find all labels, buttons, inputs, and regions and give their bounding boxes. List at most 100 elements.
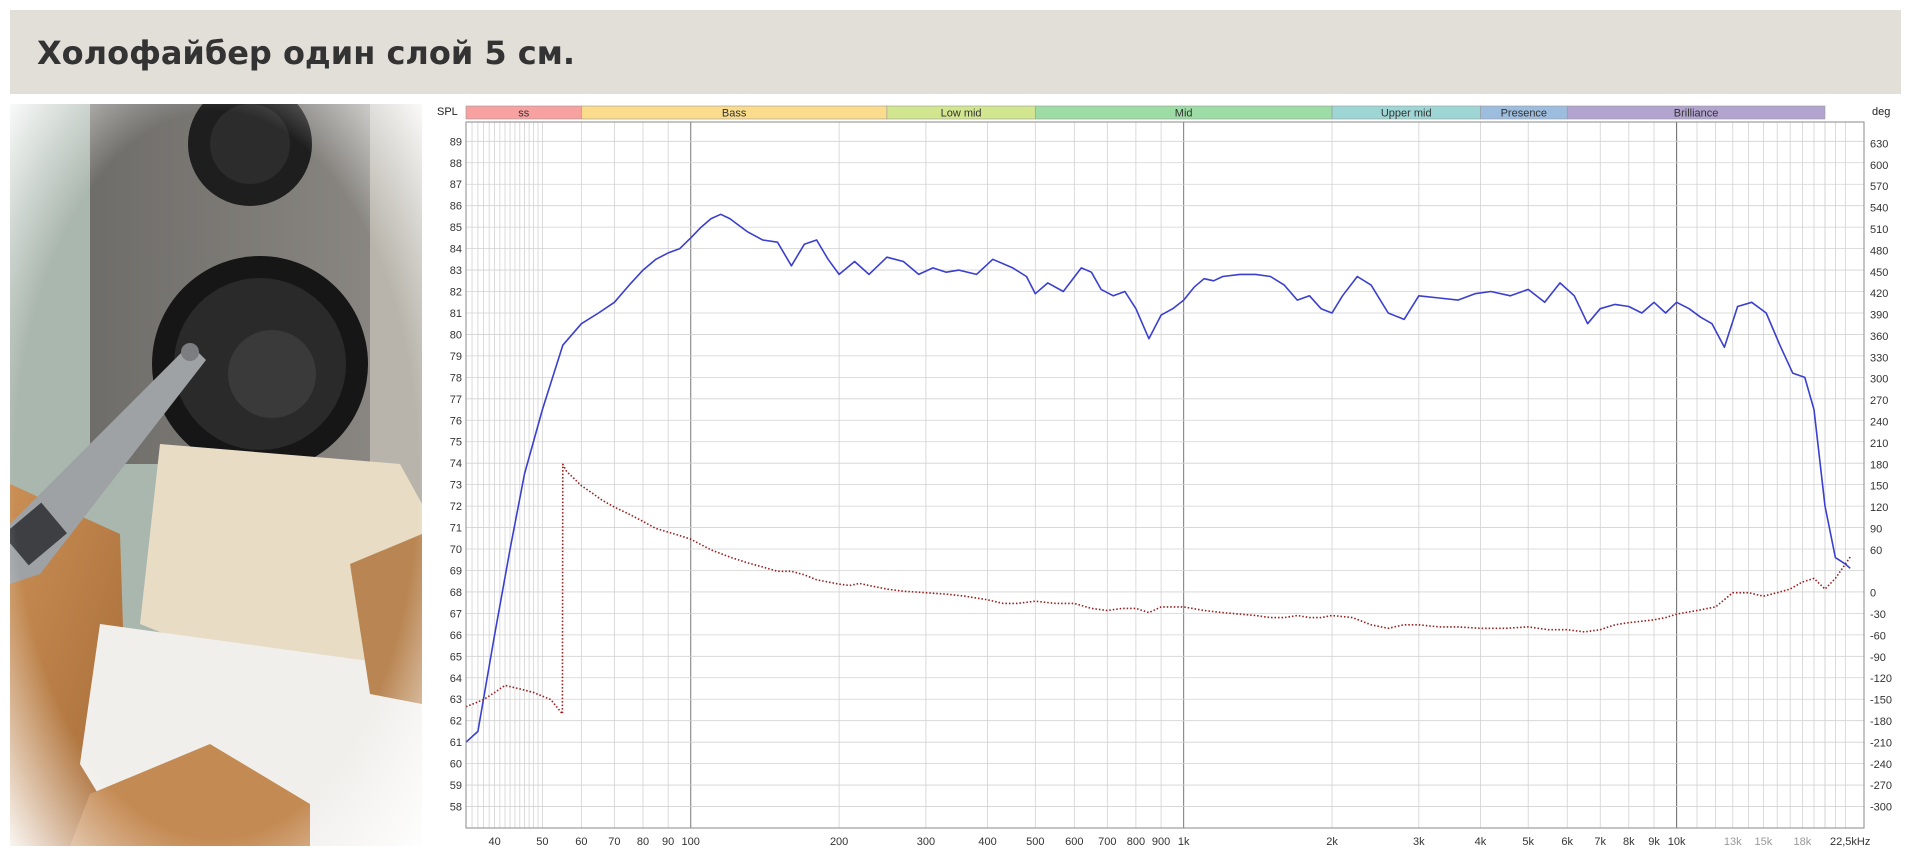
x-tick-label-5000: 5k — [1522, 836, 1534, 848]
x-tick-label-500: 500 — [1026, 836, 1044, 848]
y2-tick-label-540: 540 — [1870, 203, 1888, 215]
y2-tick-label-210: 210 — [1870, 438, 1888, 450]
y-tick-label-68: 68 — [450, 587, 462, 599]
y-tick-label-59: 59 — [450, 780, 462, 792]
y-tick-label-65: 65 — [450, 651, 462, 663]
x-tick-label-9000: 9k — [1648, 836, 1660, 848]
y-tick-label-80: 80 — [450, 329, 462, 341]
y2-tick-label-300: 300 — [1870, 374, 1888, 386]
x-tick-label-2000: 2k — [1326, 836, 1338, 848]
y2-tick-label--90: -90 — [1870, 652, 1886, 664]
x-tick-label-300: 300 — [917, 836, 935, 848]
y-tick-label-74: 74 — [450, 458, 462, 470]
y2-tick-label-330: 330 — [1870, 352, 1888, 364]
y2-tick-label-630: 630 — [1870, 138, 1888, 150]
y-tick-label-87: 87 — [450, 179, 462, 191]
spl-line — [465, 213, 1851, 743]
y-tick-label-86: 86 — [450, 201, 462, 213]
y-tick-label-83: 83 — [450, 265, 462, 277]
chart-grid — [465, 122, 1864, 828]
x-tick-label-7000: 7k — [1594, 836, 1606, 848]
x-axis-frequency-ticks: 40 50 60 70 80 90 100 200 300 400 500 600 700 800 900 1… — [488, 836, 1870, 848]
phase-line — [465, 463, 1851, 715]
y2-tick-label-390: 390 — [1870, 310, 1888, 322]
x-tick-label-900: 900 — [1152, 836, 1170, 848]
x-tick-label-600: 600 — [1065, 836, 1083, 848]
y2-tick-label-60: 60 — [1870, 545, 1882, 557]
y-tick-label-61: 61 — [450, 737, 462, 749]
x-tick-label-6000: 6k — [1561, 836, 1573, 848]
y-tick-label-75: 75 — [450, 437, 462, 449]
x-tick-label-40: 40 — [488, 836, 500, 848]
y-axis-label-deg: deg — [1872, 106, 1890, 118]
y-tick-label-58: 58 — [450, 802, 462, 814]
y-tick-label-69: 69 — [450, 565, 462, 577]
y2-tick-label-240: 240 — [1870, 417, 1888, 429]
y2-tick-label-510: 510 — [1870, 224, 1888, 236]
y-tick-label-88: 88 — [450, 158, 462, 170]
y-axis-spl-ticks: 89 88 87 86 85 84 83 82 81 80 79 78 77 76 75 74 73 72 71 70… — [450, 136, 462, 813]
y2-tick-label--300: -300 — [1870, 802, 1892, 814]
y-tick-label-89: 89 — [450, 136, 462, 148]
page-title: Холофайбер один слой 5 см. — [37, 34, 576, 72]
x-tick-label-70: 70 — [608, 836, 620, 848]
y2-tick-label--270: -270 — [1870, 780, 1892, 792]
x-tick-label-1000: 1k — [1178, 836, 1190, 848]
y-tick-label-72: 72 — [450, 501, 462, 513]
y2-tick-label-120: 120 — [1870, 502, 1888, 514]
x-tick-label-18000: 18k — [1794, 836, 1812, 848]
y-tick-label-71: 71 — [450, 523, 462, 535]
x-tick-label-100: 100 — [682, 836, 700, 848]
band-label-5: Presence — [1501, 108, 1547, 120]
y-tick-label-62: 62 — [450, 716, 462, 728]
y-axis-label-spl: SPL — [437, 106, 458, 118]
x-tick-label-400: 400 — [978, 836, 996, 848]
y-axis-phase-ticks: 6306005705405104804504203903603303002702… — [1870, 138, 1892, 813]
y-tick-label-77: 77 — [450, 394, 462, 406]
page-header: Холофайбер один слой 5 см. — [10, 10, 1901, 94]
y2-tick-label-90: 90 — [1870, 523, 1882, 535]
x-tick-label-8000: 8k — [1623, 836, 1635, 848]
chart-series — [465, 213, 1851, 743]
x-tick-label-22500: 22,5kHz — [1830, 836, 1870, 848]
x-tick-label-3000: 3k — [1413, 836, 1425, 848]
y2-tick-label--150: -150 — [1870, 695, 1892, 707]
y2-tick-label--180: -180 — [1870, 716, 1892, 728]
y-tick-label-67: 67 — [450, 608, 462, 620]
y2-tick-label--60: -60 — [1870, 630, 1886, 642]
y-tick-label-63: 63 — [450, 694, 462, 706]
y-tick-label-82: 82 — [450, 287, 462, 299]
x-tick-label-13000: 13k — [1724, 836, 1742, 848]
x-tick-label-60: 60 — [575, 836, 587, 848]
band-label-3: Mid — [1175, 108, 1193, 120]
band-label-6: Brilliance — [1674, 108, 1719, 120]
y2-tick-label--30: -30 — [1870, 609, 1886, 621]
x-tick-label-4000: 4k — [1475, 836, 1487, 848]
y-tick-label-60: 60 — [450, 759, 462, 771]
x-tick-label-10000: 10k — [1668, 836, 1686, 848]
y2-tick-label-600: 600 — [1870, 160, 1888, 172]
y2-tick-label-450: 450 — [1870, 267, 1888, 279]
y2-tick-label--120: -120 — [1870, 673, 1892, 685]
y2-tick-label-150: 150 — [1870, 481, 1888, 493]
y-tick-label-64: 64 — [450, 673, 462, 685]
y2-tick-label-420: 420 — [1870, 288, 1888, 300]
y-tick-label-73: 73 — [450, 480, 462, 492]
y-tick-label-79: 79 — [450, 351, 462, 363]
x-tick-label-15000: 15k — [1755, 836, 1773, 848]
x-tick-label-50: 50 — [536, 836, 548, 848]
y2-tick-label-270: 270 — [1870, 395, 1888, 407]
y2-tick-label-180: 180 — [1870, 459, 1888, 471]
x-tick-label-80: 80 — [637, 836, 649, 848]
x-tick-label-90: 90 — [662, 836, 674, 848]
y-tick-label-85: 85 — [450, 222, 462, 234]
band-label-2: Low mid — [941, 108, 982, 120]
y2-tick-label--210: -210 — [1870, 737, 1892, 749]
x-tick-label-800: 800 — [1127, 836, 1145, 848]
y-tick-label-78: 78 — [450, 372, 462, 384]
y-tick-label-66: 66 — [450, 630, 462, 642]
y2-tick-label--240: -240 — [1870, 759, 1892, 771]
frequency-response-chart: ss Bass Low mid Mid Upper mid Presence Brillia… — [437, 105, 1892, 848]
x-tick-label-700: 700 — [1098, 836, 1116, 848]
speaker-photo-illustration — [2, 82, 422, 846]
